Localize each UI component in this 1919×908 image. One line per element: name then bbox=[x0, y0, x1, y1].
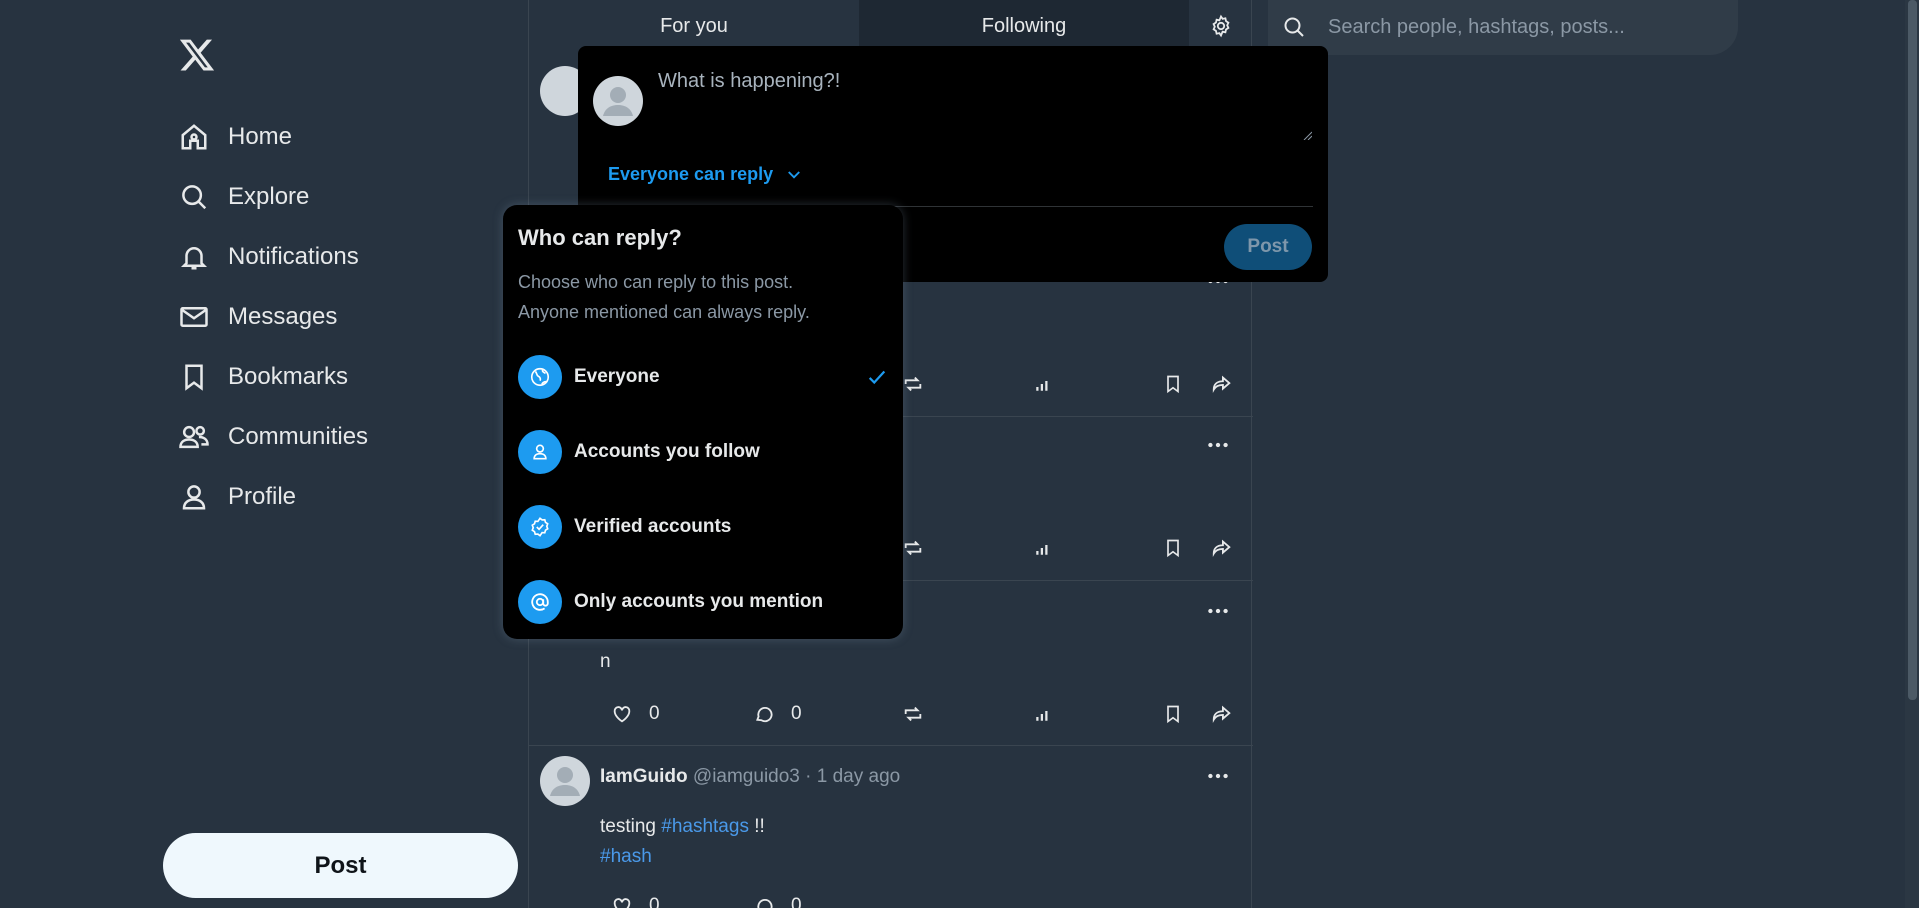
menu-description: Choose who can reply to this post. Anyon… bbox=[518, 267, 888, 327]
menu-title: Who can reply? bbox=[518, 225, 682, 250]
analytics-icon[interactable] bbox=[1030, 535, 1056, 561]
sidebar-item-communities[interactable]: Communities bbox=[178, 415, 368, 459]
sidebar-item-label: Profile bbox=[228, 483, 297, 510]
sidebar-item-label: Bookmarks bbox=[228, 363, 349, 390]
more-options-icon[interactable] bbox=[1205, 432, 1231, 458]
person-icon bbox=[518, 430, 562, 474]
sidebar-item-label: Messages bbox=[228, 303, 338, 330]
post-divider bbox=[529, 745, 1253, 746]
reply-option-verified[interactable]: Verified accounts bbox=[518, 503, 888, 551]
option-label: Verified accounts bbox=[574, 516, 732, 537]
sidebar-item-explore[interactable]: Explore bbox=[178, 175, 309, 219]
reply-options-menu: Who can reply? Choose who can reply to t… bbox=[503, 205, 903, 639]
like-count: 0 bbox=[649, 895, 660, 908]
like-button[interactable]: 0 bbox=[609, 701, 660, 727]
search-input[interactable] bbox=[1328, 16, 1708, 39]
reply-setting-label: Everyone can reply bbox=[608, 164, 774, 184]
reply-setting-button[interactable]: Everyone can reply bbox=[608, 164, 803, 185]
scrollbar-thumb[interactable] bbox=[1908, 0, 1917, 700]
post-text: n bbox=[600, 651, 611, 672]
search-icon bbox=[1282, 15, 1308, 41]
author-handle[interactable]: @iamguido3 bbox=[693, 766, 800, 787]
sidebar-item-label: Explore bbox=[228, 183, 310, 210]
home-icon bbox=[178, 121, 210, 153]
bookmark-icon[interactable] bbox=[1160, 535, 1186, 561]
share-icon[interactable] bbox=[1209, 535, 1235, 561]
reply-option-everyone[interactable]: Everyone bbox=[518, 353, 888, 401]
compose-post-button[interactable]: Post bbox=[1224, 224, 1312, 270]
gear-icon[interactable] bbox=[1209, 14, 1233, 38]
reply-button[interactable]: 0 bbox=[751, 893, 802, 908]
repost-icon[interactable] bbox=[900, 371, 926, 397]
heart-icon bbox=[609, 893, 635, 908]
post-text-prefix: testing bbox=[600, 816, 656, 837]
comment-icon bbox=[751, 893, 777, 908]
globe-icon bbox=[518, 355, 562, 399]
sidebar-post-button[interactable]: Post bbox=[163, 833, 518, 898]
person-icon bbox=[178, 481, 210, 513]
sidebar-item-home[interactable]: Home bbox=[178, 115, 292, 159]
repost-icon[interactable] bbox=[900, 701, 926, 727]
at-sign-icon bbox=[518, 580, 562, 624]
menu-description-line: Anyone mentioned can always reply. bbox=[518, 302, 810, 322]
menu-description-line: Choose who can reply to this post. bbox=[518, 272, 794, 292]
analytics-icon[interactable] bbox=[1030, 701, 1056, 727]
avatar bbox=[593, 76, 643, 126]
verified-badge-icon bbox=[518, 505, 562, 549]
hashtag-link[interactable]: #hashtags bbox=[661, 816, 749, 837]
sidebar-item-bookmarks[interactable]: Bookmarks bbox=[178, 355, 348, 399]
more-options-icon[interactable] bbox=[1205, 598, 1231, 624]
envelope-icon bbox=[178, 301, 210, 333]
sidebar-item-notifications[interactable]: Notifications bbox=[178, 235, 359, 279]
post-text: testing #hashtags !! #hash bbox=[600, 812, 765, 872]
reply-option-mentioned[interactable]: Only accounts you mention bbox=[518, 578, 888, 626]
x-logo-icon[interactable] bbox=[178, 36, 216, 74]
bookmark-icon bbox=[178, 361, 210, 393]
hashtag-link[interactable]: #hash bbox=[600, 846, 652, 867]
search-icon bbox=[178, 181, 210, 213]
share-icon[interactable] bbox=[1209, 371, 1235, 397]
like-button[interactable]: 0 bbox=[609, 893, 660, 908]
author-name[interactable]: IamGuido bbox=[600, 766, 688, 787]
chevron-down-icon bbox=[785, 166, 803, 184]
sidebar-item-profile[interactable]: Profile bbox=[178, 475, 296, 519]
compose-textarea[interactable] bbox=[658, 70, 1313, 140]
post-header: IamGuido @iamguido3 · 1 day ago bbox=[600, 766, 900, 788]
option-label: Everyone bbox=[574, 366, 660, 387]
reply-option-following[interactable]: Accounts you follow bbox=[518, 428, 888, 476]
avatar[interactable] bbox=[540, 756, 590, 806]
reply-count: 0 bbox=[791, 895, 802, 908]
sidebar-item-messages[interactable]: Messages bbox=[178, 295, 337, 339]
resize-handle-icon[interactable] bbox=[1302, 130, 1312, 140]
checkmark-icon bbox=[866, 366, 888, 388]
sidebar-item-label: Notifications bbox=[228, 243, 359, 270]
sidebar-item-label: Home bbox=[228, 123, 293, 150]
more-options-icon[interactable] bbox=[1205, 763, 1231, 789]
search-bar bbox=[1268, 0, 1738, 55]
heart-icon bbox=[609, 701, 635, 727]
reply-button[interactable]: 0 bbox=[751, 701, 802, 727]
repost-icon[interactable] bbox=[900, 535, 926, 561]
share-icon[interactable] bbox=[1209, 701, 1235, 727]
option-label: Only accounts you mention bbox=[574, 591, 824, 612]
bell-icon bbox=[178, 241, 210, 273]
analytics-icon[interactable] bbox=[1030, 371, 1056, 397]
people-icon bbox=[178, 421, 210, 453]
reply-count: 0 bbox=[791, 703, 802, 724]
bookmark-icon[interactable] bbox=[1160, 371, 1186, 397]
option-label: Accounts you follow bbox=[574, 441, 760, 462]
bookmark-icon[interactable] bbox=[1160, 701, 1186, 727]
sidebar-item-label: Communities bbox=[228, 423, 369, 450]
comment-icon bbox=[751, 701, 777, 727]
post-text-suffix: !! bbox=[754, 816, 765, 837]
meta-separator: · bbox=[805, 766, 812, 787]
like-count: 0 bbox=[649, 703, 660, 724]
post-time: 1 day ago bbox=[816, 766, 901, 787]
